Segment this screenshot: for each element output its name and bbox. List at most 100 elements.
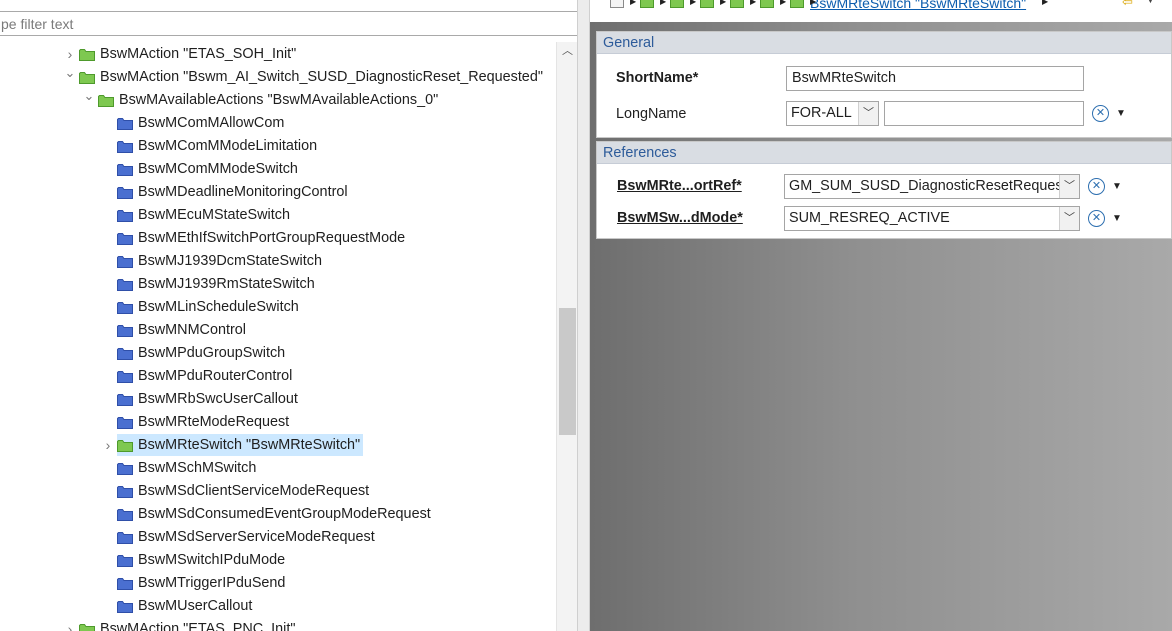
blue-folder-icon bbox=[117, 393, 133, 406]
expand-chevron-right-icon[interactable]: › bbox=[64, 43, 76, 65]
breadcrumb-arrow-icon[interactable]: ▶ bbox=[780, 0, 786, 6]
expand-chevron-right-icon[interactable]: › bbox=[64, 618, 76, 631]
tree-item[interactable]: BswMJ1939DcmStateSwitch bbox=[117, 250, 322, 272]
tree-vertical-scrollbar[interactable]: ︿ bbox=[556, 42, 577, 631]
breadcrumb-current-link[interactable]: BswMRteSwitch "BswMRteSwitch" bbox=[810, 0, 1026, 11]
breadcrumb-segment[interactable]: ▶ bbox=[790, 0, 816, 9]
expand-chevron-down-icon[interactable]: ⌄ bbox=[83, 89, 95, 111]
long-name-menu-chevron-down-icon[interactable]: ▼ bbox=[1116, 108, 1126, 119]
references-section: References BswMRte...ortRef* GM_SUM_SUSD… bbox=[596, 141, 1172, 239]
breadcrumb-end-arrow-icon[interactable]: ▶ bbox=[1042, 0, 1048, 6]
tree-item[interactable]: BswMSdServerServiceModeRequest bbox=[117, 526, 375, 548]
breadcrumb-arrow-icon[interactable]: ▶ bbox=[660, 0, 666, 6]
long-name-field[interactable] bbox=[884, 101, 1084, 126]
breadcrumb-arrow-icon[interactable]: ▶ bbox=[750, 0, 756, 6]
tree-item[interactable]: BswMUserCallout bbox=[117, 595, 252, 617]
expand-chevron-right-icon[interactable]: › bbox=[102, 434, 114, 456]
switch-mode-select[interactable]: SUM_RESREQ_ACTIVE ﹀ bbox=[784, 206, 1080, 231]
tree-item[interactable]: BswMSwitchIPduMode bbox=[117, 549, 285, 571]
reset-value-icon[interactable]: ✕ bbox=[1088, 210, 1105, 227]
tree-item[interactable]: BswMSdConsumedEventGroupModeRequest bbox=[117, 503, 431, 525]
tree-item-selected[interactable]: › BswMRteSwitch "BswMRteSwitch" bbox=[106, 434, 364, 456]
breadcrumb-segment[interactable]: ▶ bbox=[700, 0, 726, 9]
tree-item[interactable]: ⌄ BswMAvailableActions "BswMAvailableActi… bbox=[84, 89, 439, 111]
expand-chevron-down-icon[interactable]: ⌄ bbox=[64, 66, 76, 88]
tree-item[interactable]: BswMDeadlineMonitoringControl bbox=[117, 181, 348, 203]
view-menu-icon[interactable]: ▾ bbox=[522, 0, 533, 3]
tree-item[interactable]: BswMJ1939RmStateSwitch bbox=[117, 273, 315, 295]
tree-item[interactable]: BswMComMModeLimitation bbox=[117, 135, 317, 157]
short-name-field[interactable]: BswMRteSwitch bbox=[786, 66, 1084, 91]
breadcrumb-menu-chevron-down-icon[interactable]: ▼ bbox=[1146, 0, 1155, 5]
tree-item[interactable]: › BswMAction "ETAS_SOH_Init" bbox=[68, 43, 297, 65]
tree-item[interactable]: BswMTriggerIPduSend bbox=[117, 572, 285, 594]
outline-tree-pane: ▾ ▾ ■ ▾ ▭ ›BswMAction "ETAS_SOH_Init"⌄Bs… bbox=[0, 0, 580, 631]
blue-folder-icon bbox=[117, 278, 133, 291]
green-folder-icon bbox=[79, 48, 95, 61]
tree-item[interactable]: BswMComMAllowCom bbox=[117, 112, 284, 134]
tree-item[interactable]: BswMEcuMStateSwitch bbox=[117, 204, 290, 226]
tree-item-label: BswMPduGroupSwitch bbox=[138, 345, 286, 361]
tree-item-label: BswMComMAllowCom bbox=[138, 115, 285, 131]
breadcrumb-arrow-icon[interactable]: ▶ bbox=[690, 0, 696, 6]
tree-item[interactable]: BswMRbSwcUserCallout bbox=[117, 388, 298, 410]
tree-item-label: BswMRteModeRequest bbox=[138, 414, 290, 430]
scrollbar-thumb[interactable] bbox=[559, 308, 576, 435]
tree-item-label: BswMTriggerIPduSend bbox=[138, 575, 286, 591]
blue-folder-icon bbox=[117, 600, 133, 613]
tree-item[interactable]: BswMNMControl bbox=[117, 319, 246, 341]
breadcrumb-arrow-icon[interactable]: ▶ bbox=[630, 0, 636, 6]
tree-item-label: BswMAction "ETAS_SOH_Init" bbox=[100, 46, 297, 62]
filter-text-field[interactable] bbox=[0, 11, 578, 36]
chevron-down-icon[interactable]: ﹀ bbox=[1059, 175, 1079, 198]
pane-sash[interactable] bbox=[577, 0, 590, 631]
filter-menu-icon[interactable]: ▾ bbox=[474, 0, 485, 3]
chevron-down-icon[interactable]: ﹀ bbox=[858, 102, 878, 125]
blue-folder-icon bbox=[117, 117, 133, 130]
tree-item[interactable]: BswMComMModeSwitch bbox=[117, 158, 298, 180]
reference-label-port-ref[interactable]: BswMRte...ortRef* bbox=[617, 178, 742, 194]
tree-item[interactable]: BswMRteModeRequest bbox=[117, 411, 289, 433]
general-section-header[interactable]: General bbox=[597, 32, 1171, 54]
breadcrumb-segment[interactable]: ▶ bbox=[640, 0, 666, 9]
green-folder-icon bbox=[670, 0, 686, 8]
tree-item[interactable]: BswMLinScheduleSwitch bbox=[117, 296, 299, 318]
navigate-back-icon[interactable]: ⇦ bbox=[1122, 0, 1133, 10]
blue-folder-icon bbox=[117, 347, 133, 360]
breadcrumb-segment[interactable]: ▶ bbox=[730, 0, 756, 9]
tree-item-label: BswMSchMSwitch bbox=[138, 460, 257, 476]
tree-item[interactable]: BswMSchMSwitch bbox=[117, 457, 256, 479]
scroll-up-arrow-icon[interactable]: ︿ bbox=[561, 45, 574, 58]
reset-value-icon[interactable]: ✕ bbox=[1088, 178, 1105, 195]
filter-input[interactable] bbox=[1, 12, 577, 35]
breadcrumb-arrow-icon[interactable]: ▶ bbox=[720, 0, 726, 6]
tree-item[interactable]: ⌄ BswMAction "Bswm_AI_Switch_SUSD_Diagnos… bbox=[65, 66, 543, 88]
blue-folder-icon bbox=[117, 301, 133, 314]
breadcrumb-segment[interactable]: ▶ bbox=[610, 0, 636, 9]
tree-item[interactable]: › BswMAction "ETAS_PNC_Init" bbox=[68, 618, 296, 631]
tree-item[interactable]: BswMPduGroupSwitch bbox=[117, 342, 285, 364]
tree-item-label: BswMComMModeLimitation bbox=[138, 138, 318, 154]
tree-item[interactable]: BswMSdClientServiceModeRequest bbox=[117, 480, 369, 502]
references-section-header[interactable]: References bbox=[597, 142, 1171, 164]
reference-label-switch-mode[interactable]: BswMSw...dMode* bbox=[617, 210, 743, 226]
breadcrumb-arrow-icon[interactable]: ▶ bbox=[810, 0, 816, 6]
breadcrumb-segment[interactable]: ▶ bbox=[670, 0, 696, 9]
breadcrumb-segment[interactable]: ▶ bbox=[760, 0, 786, 9]
blue-folder-icon bbox=[117, 554, 133, 567]
maximize-icon[interactable]: ▭ bbox=[548, 0, 559, 3]
chevron-down-icon[interactable]: ﹀ bbox=[1059, 207, 1079, 230]
reset-value-icon[interactable]: ✕ bbox=[1092, 105, 1109, 122]
tree-item[interactable]: BswMPduRouterControl bbox=[117, 365, 292, 387]
collapse-all-icon[interactable]: ▾ bbox=[450, 0, 461, 3]
link-editor-icon[interactable]: ■ bbox=[498, 0, 509, 3]
switch-mode-menu-chevron-down-icon[interactable]: ▼ bbox=[1112, 213, 1122, 224]
blue-folder-icon bbox=[117, 140, 133, 153]
port-ref-menu-chevron-down-icon[interactable]: ▼ bbox=[1112, 181, 1122, 192]
tree-item[interactable]: BswMEthIfSwitchPortGroupRequestMode bbox=[117, 227, 405, 249]
blue-folder-icon bbox=[117, 370, 133, 383]
port-ref-select[interactable]: GM_SUM_SUSD_DiagnosticResetReques ﹀ bbox=[784, 174, 1080, 199]
tree-item-label: BswMEthIfSwitchPortGroupRequestMode bbox=[138, 230, 406, 246]
tree-item-label: BswMDeadlineMonitoringControl bbox=[138, 184, 348, 200]
long-name-language-select[interactable]: FOR-ALL ﹀ bbox=[786, 101, 879, 126]
